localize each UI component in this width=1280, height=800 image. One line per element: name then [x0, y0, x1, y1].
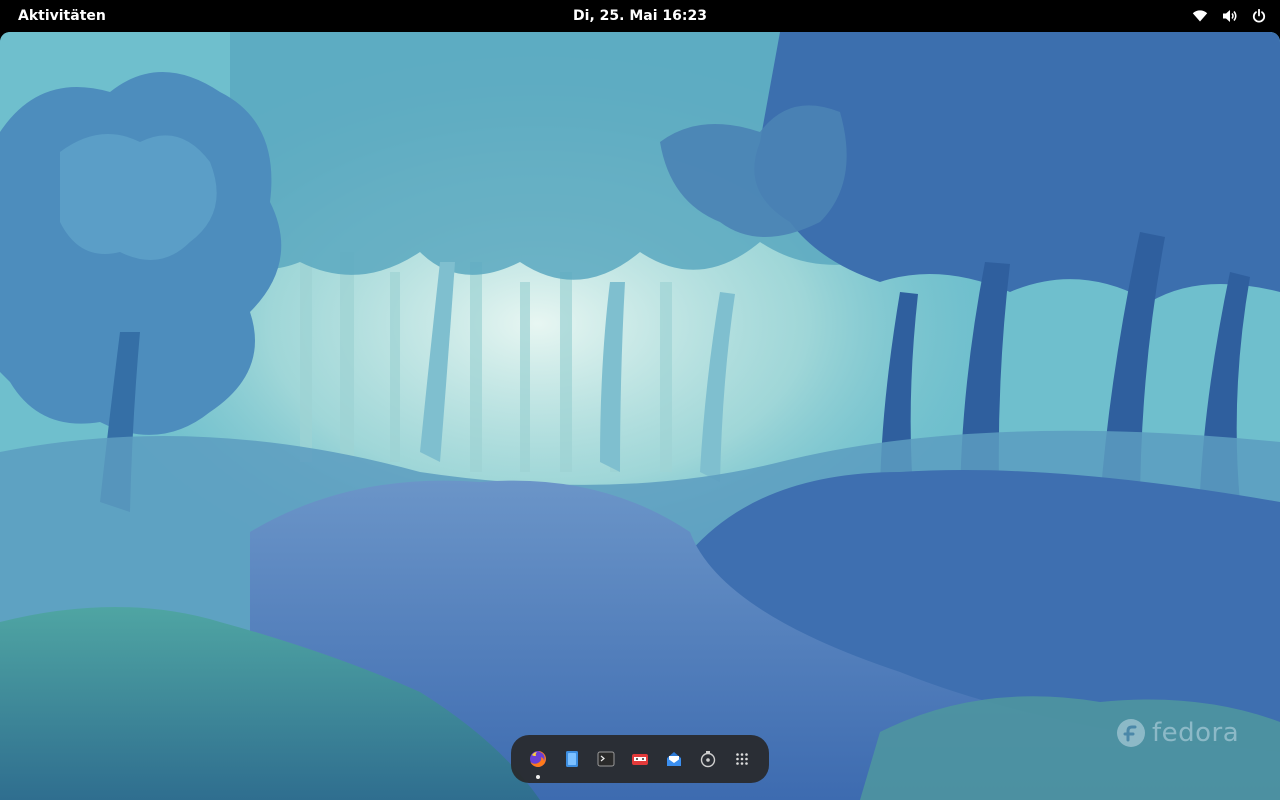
date-time-button[interactable]: Di, 25. Mai 16:23 [573, 8, 707, 24]
clock-area: Di, 25. Mai 16:23 [0, 6, 1280, 26]
dock-item-mail[interactable] [660, 745, 688, 773]
app-grid-icon [736, 753, 748, 765]
top-bar: Aktivitäten Di, 25. Mai 16:23 [0, 0, 1280, 32]
activities-button[interactable]: Aktivitäten [18, 6, 106, 26]
desktop[interactable]: fedora [0, 32, 1280, 800]
wallpaper-forest-pond [0, 32, 1280, 800]
show-apps-button[interactable] [728, 745, 756, 773]
running-indicator [536, 775, 540, 779]
files-icon [566, 751, 578, 767]
dock-item-files[interactable] [558, 745, 586, 773]
dock-item-disks[interactable] [694, 745, 722, 773]
software-icon [632, 754, 648, 765]
fedora-wordmark: fedora [1152, 718, 1240, 748]
terminal-icon [597, 751, 615, 767]
system-status-area[interactable] [1192, 7, 1266, 25]
fedora-watermark: fedora [1116, 718, 1239, 748]
dock-item-terminal[interactable] [592, 745, 620, 773]
dock-item-software[interactable] [626, 745, 654, 773]
firefox-icon [530, 751, 546, 767]
dash-dock [511, 735, 769, 783]
wifi-icon[interactable] [1192, 9, 1208, 23]
volume-icon[interactable] [1222, 9, 1238, 23]
dock-item-firefox[interactable] [524, 745, 552, 779]
power-icon[interactable] [1252, 9, 1266, 23]
disks-icon [700, 751, 716, 768]
mail-icon [667, 752, 681, 766]
fedora-logo-icon [1117, 719, 1145, 747]
